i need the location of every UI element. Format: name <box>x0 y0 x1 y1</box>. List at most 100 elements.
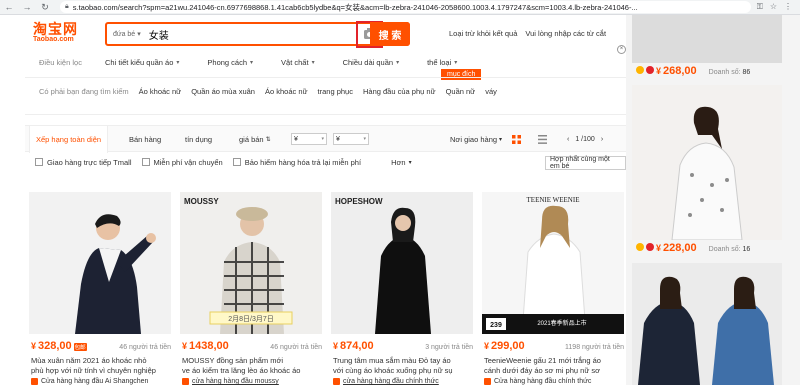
condition-category[interactable]: thể loại ▾ <box>427 58 457 67</box>
condition-material[interactable]: Vật chất ▾ <box>281 58 315 67</box>
suggestion-item[interactable]: váy <box>485 87 497 96</box>
exclude-results-button[interactable]: Loại trừ khỏi kết quả <box>449 29 517 38</box>
suggestion-item[interactable]: Hàng đầu của phụ nữ <box>363 87 436 96</box>
merge-same-button[interactable]: Hợp nhất cùng một em bé <box>545 156 626 170</box>
sort-bar: Xếp hạng toàn diện Bán hàng tín dụng giá… <box>25 125 626 153</box>
tab-credit[interactable]: tín dụng <box>185 126 212 153</box>
search-category-label: đứa bé <box>113 30 136 38</box>
chevron-down-icon: ▾ <box>176 59 180 66</box>
product-title-cont[interactable]: phù hợp với nữ tính vì chuyên nghiệp <box>31 366 171 375</box>
product-price: 299,00 <box>491 340 525 352</box>
filter-free-shipping[interactable]: Miễn phí vận chuyển <box>141 158 223 167</box>
gold-badge-icon <box>636 66 644 74</box>
product-title[interactable]: Mùa xuân năm 2021 áo khoác nhỏ <box>31 356 171 365</box>
filter-return-insurance[interactable]: Bảo hiểm hàng hóa trả lại miễn phí <box>232 158 361 167</box>
product-card[interactable]: TEENIE WEENIE 239 2021春季新品上市 ¥ 299,00 11… <box>482 192 624 385</box>
sold-count: 46 người trả tiền <box>270 344 322 351</box>
product-card[interactable]: MOUSSY 2月8日/3月7日 ¥ 1438,00 46 người trả … <box>180 192 322 385</box>
promo-number: 239 <box>490 322 502 329</box>
shop-link[interactable]: cửa hàng hàng đầu moussy <box>182 378 322 385</box>
condition-style-detail[interactable]: Chi tiết kiểu quần áo ▾ <box>105 58 179 67</box>
condition-style[interactable]: Phong cách ▾ <box>207 58 253 67</box>
checkbox <box>141 158 150 166</box>
product-title-cont[interactable]: với cùng áo khoác xuống phụ nữ sụ <box>333 366 473 375</box>
back-icon[interactable]: ← <box>0 0 18 15</box>
recommend-card[interactable] <box>632 263 782 385</box>
conditions-label: Điều kiện lọc <box>39 57 82 67</box>
brand-label: MOUSSY <box>184 197 219 206</box>
forward-icon[interactable]: → <box>18 0 36 15</box>
logo-en: Taobao.com <box>33 36 74 43</box>
chevron-down-icon: ▾ <box>396 59 400 66</box>
reload-icon[interactable]: ↻ <box>36 0 54 15</box>
prev-page-icon[interactable]: ‹ <box>567 136 569 143</box>
tmall-icon <box>646 66 654 74</box>
filter-checkbox-row: Giao hàng trực tiếp Tmall Miễn phí vận c… <box>35 155 625 169</box>
menu-icon[interactable]: ⋮ <box>784 2 792 12</box>
login-hint-button[interactable]: Vui lòng nhập các từ cắt <box>525 29 606 38</box>
brand-label: TEENIE WEENIE <box>527 196 580 204</box>
product-title-cont[interactable]: ve áo kiểm tra lăng lèo áo khoác áo <box>182 366 322 375</box>
price-line: ¥ 328,00 包邮 46 người trả tiền <box>31 340 171 352</box>
browser-toolbar: ← → ↻ 🔒︎ s.taobao.com/search?spm=a21wu.2… <box>0 0 800 15</box>
tab-comprehensive[interactable]: Xếp hạng toàn diện <box>29 126 109 153</box>
url-text: s.taobao.com/search?spm=a21wu.241046-cn.… <box>72 2 638 12</box>
suggestion-item[interactable]: Quần áo mùa xuân <box>191 87 255 96</box>
product-image[interactable]: TEENIE WEENIE 239 2021春季新品上市 <box>482 192 624 334</box>
search-bar: đứa bé ▾ 女装 搜 索 <box>105 21 410 48</box>
taobao-logo[interactable]: 淘宝网 Taobao.com <box>33 22 97 43</box>
chevron-down-icon: ▾ <box>311 59 315 66</box>
suggestion-item[interactable]: Áo khoác nữ <box>265 87 308 96</box>
sales-label: Doanh số <box>708 69 739 76</box>
search-category-dropdown[interactable]: đứa bé ▾ <box>107 30 145 39</box>
product-title[interactable]: Trung tâm mua sắm màu Đỏ tay áo <box>333 356 473 365</box>
tab-sales[interactable]: Bán hàng <box>129 126 161 153</box>
shop-link[interactable]: Cửa hàng hàng đầu chính thức <box>484 378 624 385</box>
shop-icon <box>333 378 340 385</box>
divider <box>25 114 626 115</box>
shop-link[interactable]: Cửa hàng hàng đầu Ai Shangchen <box>31 378 171 385</box>
product-title[interactable]: MOUSSY đồng sản phẩm mới <box>182 356 322 365</box>
grid-view-icon[interactable] <box>512 135 521 144</box>
next-page-icon[interactable]: › <box>601 136 603 143</box>
shop-link[interactable]: cửa hàng hàng đầu chính thức <box>333 378 473 385</box>
product-image[interactable]: MOUSSY 2月8日/3月7日 <box>180 192 322 334</box>
chevron-down-icon: ▾ <box>454 59 458 66</box>
key-icon[interactable]: ⚿ <box>757 2 763 12</box>
recommend-image <box>632 263 782 385</box>
price-min-input[interactable]: ¥ ▾ <box>291 133 327 145</box>
product-card[interactable]: ¥ 328,00 包邮 46 người trả tiền Mùa xuân n… <box>29 192 171 385</box>
promo-sticker: 2月8日/3月7日 <box>228 315 274 323</box>
address-bar[interactable]: 🔒︎ s.taobao.com/search?spm=a21wu.241046-… <box>60 1 751 13</box>
suggestion-item[interactable]: trang phục <box>318 87 353 96</box>
divider <box>25 77 626 78</box>
filter-tmall[interactable]: Giao hàng trực tiếp Tmall <box>35 158 132 167</box>
recommend-card[interactable] <box>632 85 782 241</box>
price-max-input[interactable]: ¥ ▾ <box>333 133 369 145</box>
product-image[interactable] <box>29 192 171 334</box>
product-image[interactable]: HOPESHOW <box>331 192 473 334</box>
condition-length[interactable]: Chiều dài quần ▾ <box>343 58 399 67</box>
free-shipping-badge: 包邮 <box>73 343 87 351</box>
product-title[interactable]: TeenieWeenie gấu 21 mới trắng áo <box>484 356 624 365</box>
product-title-cont[interactable]: cánh dưới đáy áo sơ mi phụ nữ sơ <box>484 366 624 375</box>
recommend-card-top[interactable] <box>632 15 782 63</box>
search-button[interactable]: 搜 索 <box>370 22 410 46</box>
close-icon[interactable]: × <box>617 45 626 54</box>
ship-from-dropdown[interactable]: Nơi giao hàng ▾ <box>450 126 502 153</box>
tooltip: mục đích <box>441 69 482 80</box>
suggestion-item[interactable]: Áo khoác nữ <box>139 87 182 96</box>
tab-price[interactable]: giá bán ⇅ <box>239 126 271 153</box>
brand-label: HOPESHOW <box>335 197 383 206</box>
star-icon[interactable]: ☆ <box>770 2 777 12</box>
page-indicator: 1 /100 <box>575 136 595 143</box>
suggestion-item[interactable]: Quần nữ <box>446 87 476 96</box>
list-view-icon[interactable] <box>538 135 547 144</box>
product-card[interactable]: HOPESHOW ¥ 874,00 3 người trả tiền Trung… <box>331 192 473 385</box>
price-line: ¥ 874,00 3 người trả tiền <box>333 340 473 352</box>
promo-text: 2021春季新品上市 <box>537 319 586 327</box>
sold-count: 1198 người trả tiền <box>565 344 624 351</box>
recommendation-sidebar: ¥ 268,00 Doanh số: 86 ¥ 228,00 Doanh số:… <box>626 15 800 385</box>
logo-cn: 淘宝网 <box>33 21 78 37</box>
more-filters-dropdown[interactable]: Hơn ▾ <box>391 158 412 167</box>
